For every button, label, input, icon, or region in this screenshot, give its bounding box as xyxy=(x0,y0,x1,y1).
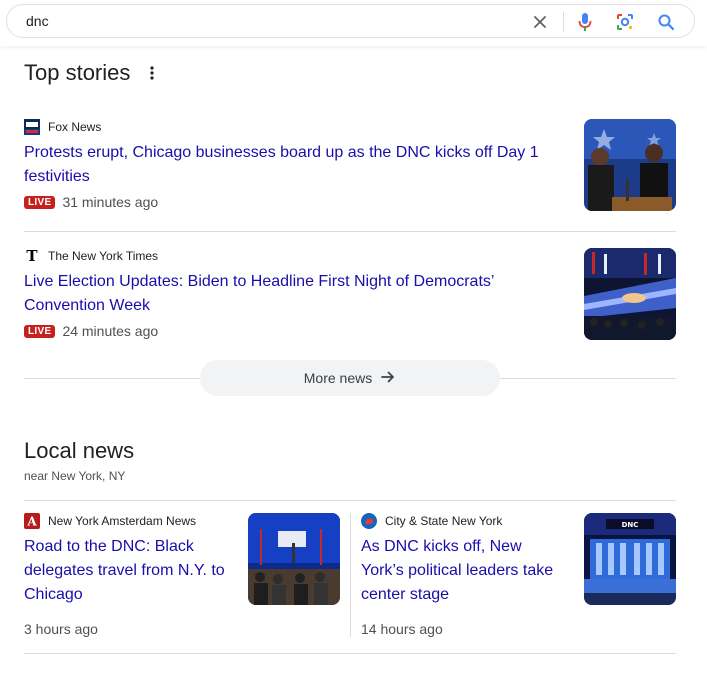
nyt-logo-icon: T xyxy=(24,248,40,264)
story-thumbnail[interactable] xyxy=(584,119,676,211)
amsterdam-news-logo-icon: A xyxy=(24,513,40,529)
search-divider xyxy=(563,12,564,32)
story-thumbnail[interactable] xyxy=(248,513,340,605)
headline-line: Live Election Updates: Biden to Headline… xyxy=(24,273,495,290)
headline-line: As DNC kicks off, New xyxy=(361,538,522,555)
story-thumbnail[interactable]: DNC xyxy=(584,513,676,605)
headline-line: Road to the DNC: Black xyxy=(24,538,194,555)
svg-text:DNC: DNC xyxy=(622,521,639,529)
story-source: Fox News xyxy=(24,119,676,135)
story-source-name: The New York Times xyxy=(48,249,159,263)
local-news-location: near New York, NY xyxy=(24,469,126,483)
city-state-logo-icon xyxy=(361,513,377,529)
top-stories-heading: Top stories xyxy=(24,60,131,85)
more-news-button[interactable]: More news xyxy=(200,360,500,396)
story-source: City & State New York xyxy=(361,513,571,529)
more-news-label: More news xyxy=(303,370,373,386)
story-source: A New York Amsterdam News xyxy=(24,513,234,529)
headline-line: festivities xyxy=(24,168,90,185)
divider xyxy=(24,378,200,379)
story-source-name: New York Amsterdam News xyxy=(48,514,197,528)
camera-lens-icon[interactable] xyxy=(614,11,636,33)
headline-line: York’s political leaders take xyxy=(361,562,554,579)
local-story-card[interactable]: City & State New York As DNC kicks off, … xyxy=(361,513,571,637)
divider xyxy=(24,653,676,654)
story-source-name: Fox News xyxy=(48,120,102,134)
story-meta: 14 hours ago xyxy=(361,621,571,637)
microphone-icon[interactable] xyxy=(574,11,596,33)
story-thumbnail[interactable] xyxy=(584,248,676,340)
story-source: T The New York Times xyxy=(24,248,676,264)
divider xyxy=(24,500,676,501)
story-meta: 3 hours ago xyxy=(24,621,234,637)
story-meta: LIVE 24 minutes ago xyxy=(24,323,676,339)
headline-line: center stage xyxy=(361,586,450,603)
story-time: 24 minutes ago xyxy=(62,323,159,339)
story-source-name: City & State New York xyxy=(385,514,503,528)
story-meta: LIVE 31 minutes ago xyxy=(24,194,676,210)
headline-line: Chicago xyxy=(24,586,83,603)
story-time: 31 minutes ago xyxy=(62,194,159,210)
story-time: 3 hours ago xyxy=(24,621,98,637)
arrow-right-icon xyxy=(372,369,396,388)
svg-text:A: A xyxy=(26,515,37,529)
more-vert-icon[interactable] xyxy=(144,64,160,82)
divider xyxy=(500,378,676,379)
story-card[interactable]: Fox News Protests erupt, Chicago busines… xyxy=(24,119,676,210)
story-time: 14 hours ago xyxy=(361,621,443,637)
local-story-card[interactable]: A New York Amsterdam News Road to the DN… xyxy=(24,513,234,637)
divider xyxy=(24,231,676,232)
search-header xyxy=(0,0,707,46)
story-card[interactable]: T The New York Times Live Election Updat… xyxy=(24,248,676,339)
live-badge: LIVE xyxy=(24,324,56,338)
fox-news-logo-icon xyxy=(24,119,40,135)
close-icon[interactable] xyxy=(529,11,551,33)
headline-line: delegates travel from N.Y. to xyxy=(24,562,225,579)
search-bar xyxy=(6,4,695,38)
local-news-heading: Local news xyxy=(24,438,135,463)
search-input[interactable] xyxy=(26,13,506,29)
story-headline[interactable]: Protests erupt, Chicago businesses board… xyxy=(24,141,676,189)
headline-line: Convention Week xyxy=(24,297,150,314)
search-icon[interactable] xyxy=(655,11,677,33)
live-badge: LIVE xyxy=(24,195,56,209)
headline-line: Protests erupt, Chicago businesses board… xyxy=(24,144,539,161)
column-divider xyxy=(350,513,351,637)
svg-text:T: T xyxy=(26,248,38,264)
story-headline[interactable]: As DNC kicks off, New York’s political l… xyxy=(361,535,571,607)
story-headline[interactable]: Live Election Updates: Biden to Headline… xyxy=(24,270,676,318)
story-headline[interactable]: Road to the DNC: Black delegates travel … xyxy=(24,535,234,607)
